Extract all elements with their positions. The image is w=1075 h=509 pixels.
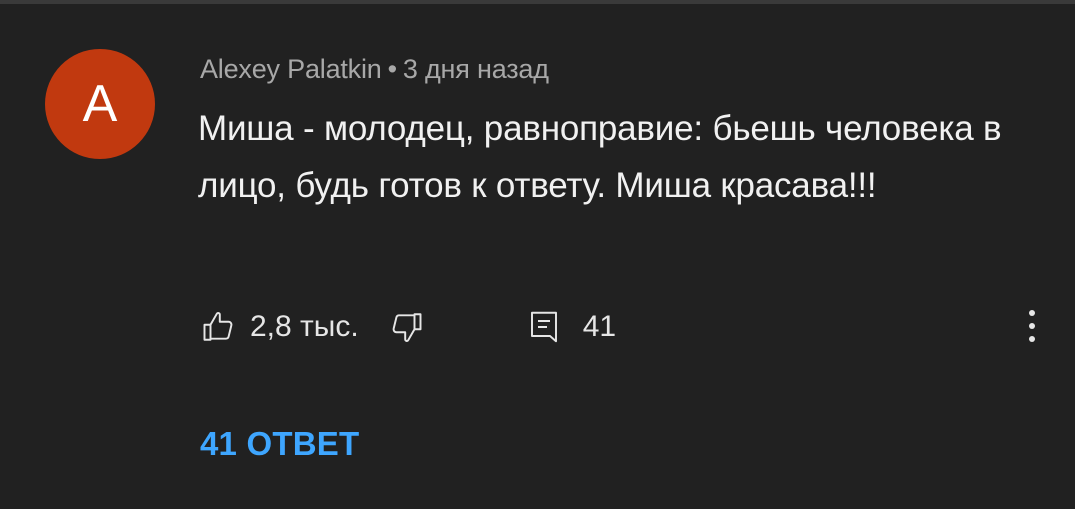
comment-icon bbox=[527, 309, 561, 345]
reply-button[interactable]: 41 bbox=[527, 309, 616, 345]
comment-actions: 2,8 тыс. 41 bbox=[200, 305, 616, 349]
comment-time[interactable]: 3 дня назад bbox=[403, 54, 549, 84]
comment-text: Миша - молодец, равноправие: бьешь челов… bbox=[198, 109, 1002, 205]
meta-separator: • bbox=[387, 54, 397, 84]
like-count: 2,8 тыс. bbox=[250, 310, 359, 343]
thumbs-down-icon bbox=[389, 309, 425, 345]
reply-count: 41 bbox=[582, 310, 617, 343]
comment-meta: Alexey Palatkin • 3 дня назад bbox=[200, 54, 549, 85]
thumbs-up-icon bbox=[200, 309, 236, 345]
more-options-button[interactable] bbox=[1018, 306, 1046, 350]
like-button[interactable]: 2,8 тыс. bbox=[200, 309, 359, 345]
view-replies-link[interactable]: 41 ОТВЕТ bbox=[200, 425, 359, 463]
dislike-button[interactable] bbox=[389, 309, 425, 345]
comment-card: A Alexey Palatkin • 3 дня назад Миша - мол… bbox=[0, 0, 1075, 509]
avatar-letter: A bbox=[82, 75, 118, 133]
avatar[interactable]: A bbox=[45, 49, 155, 159]
author-name[interactable]: Alexey Palatkin bbox=[200, 54, 382, 84]
more-vertical-icon bbox=[1028, 309, 1036, 348]
